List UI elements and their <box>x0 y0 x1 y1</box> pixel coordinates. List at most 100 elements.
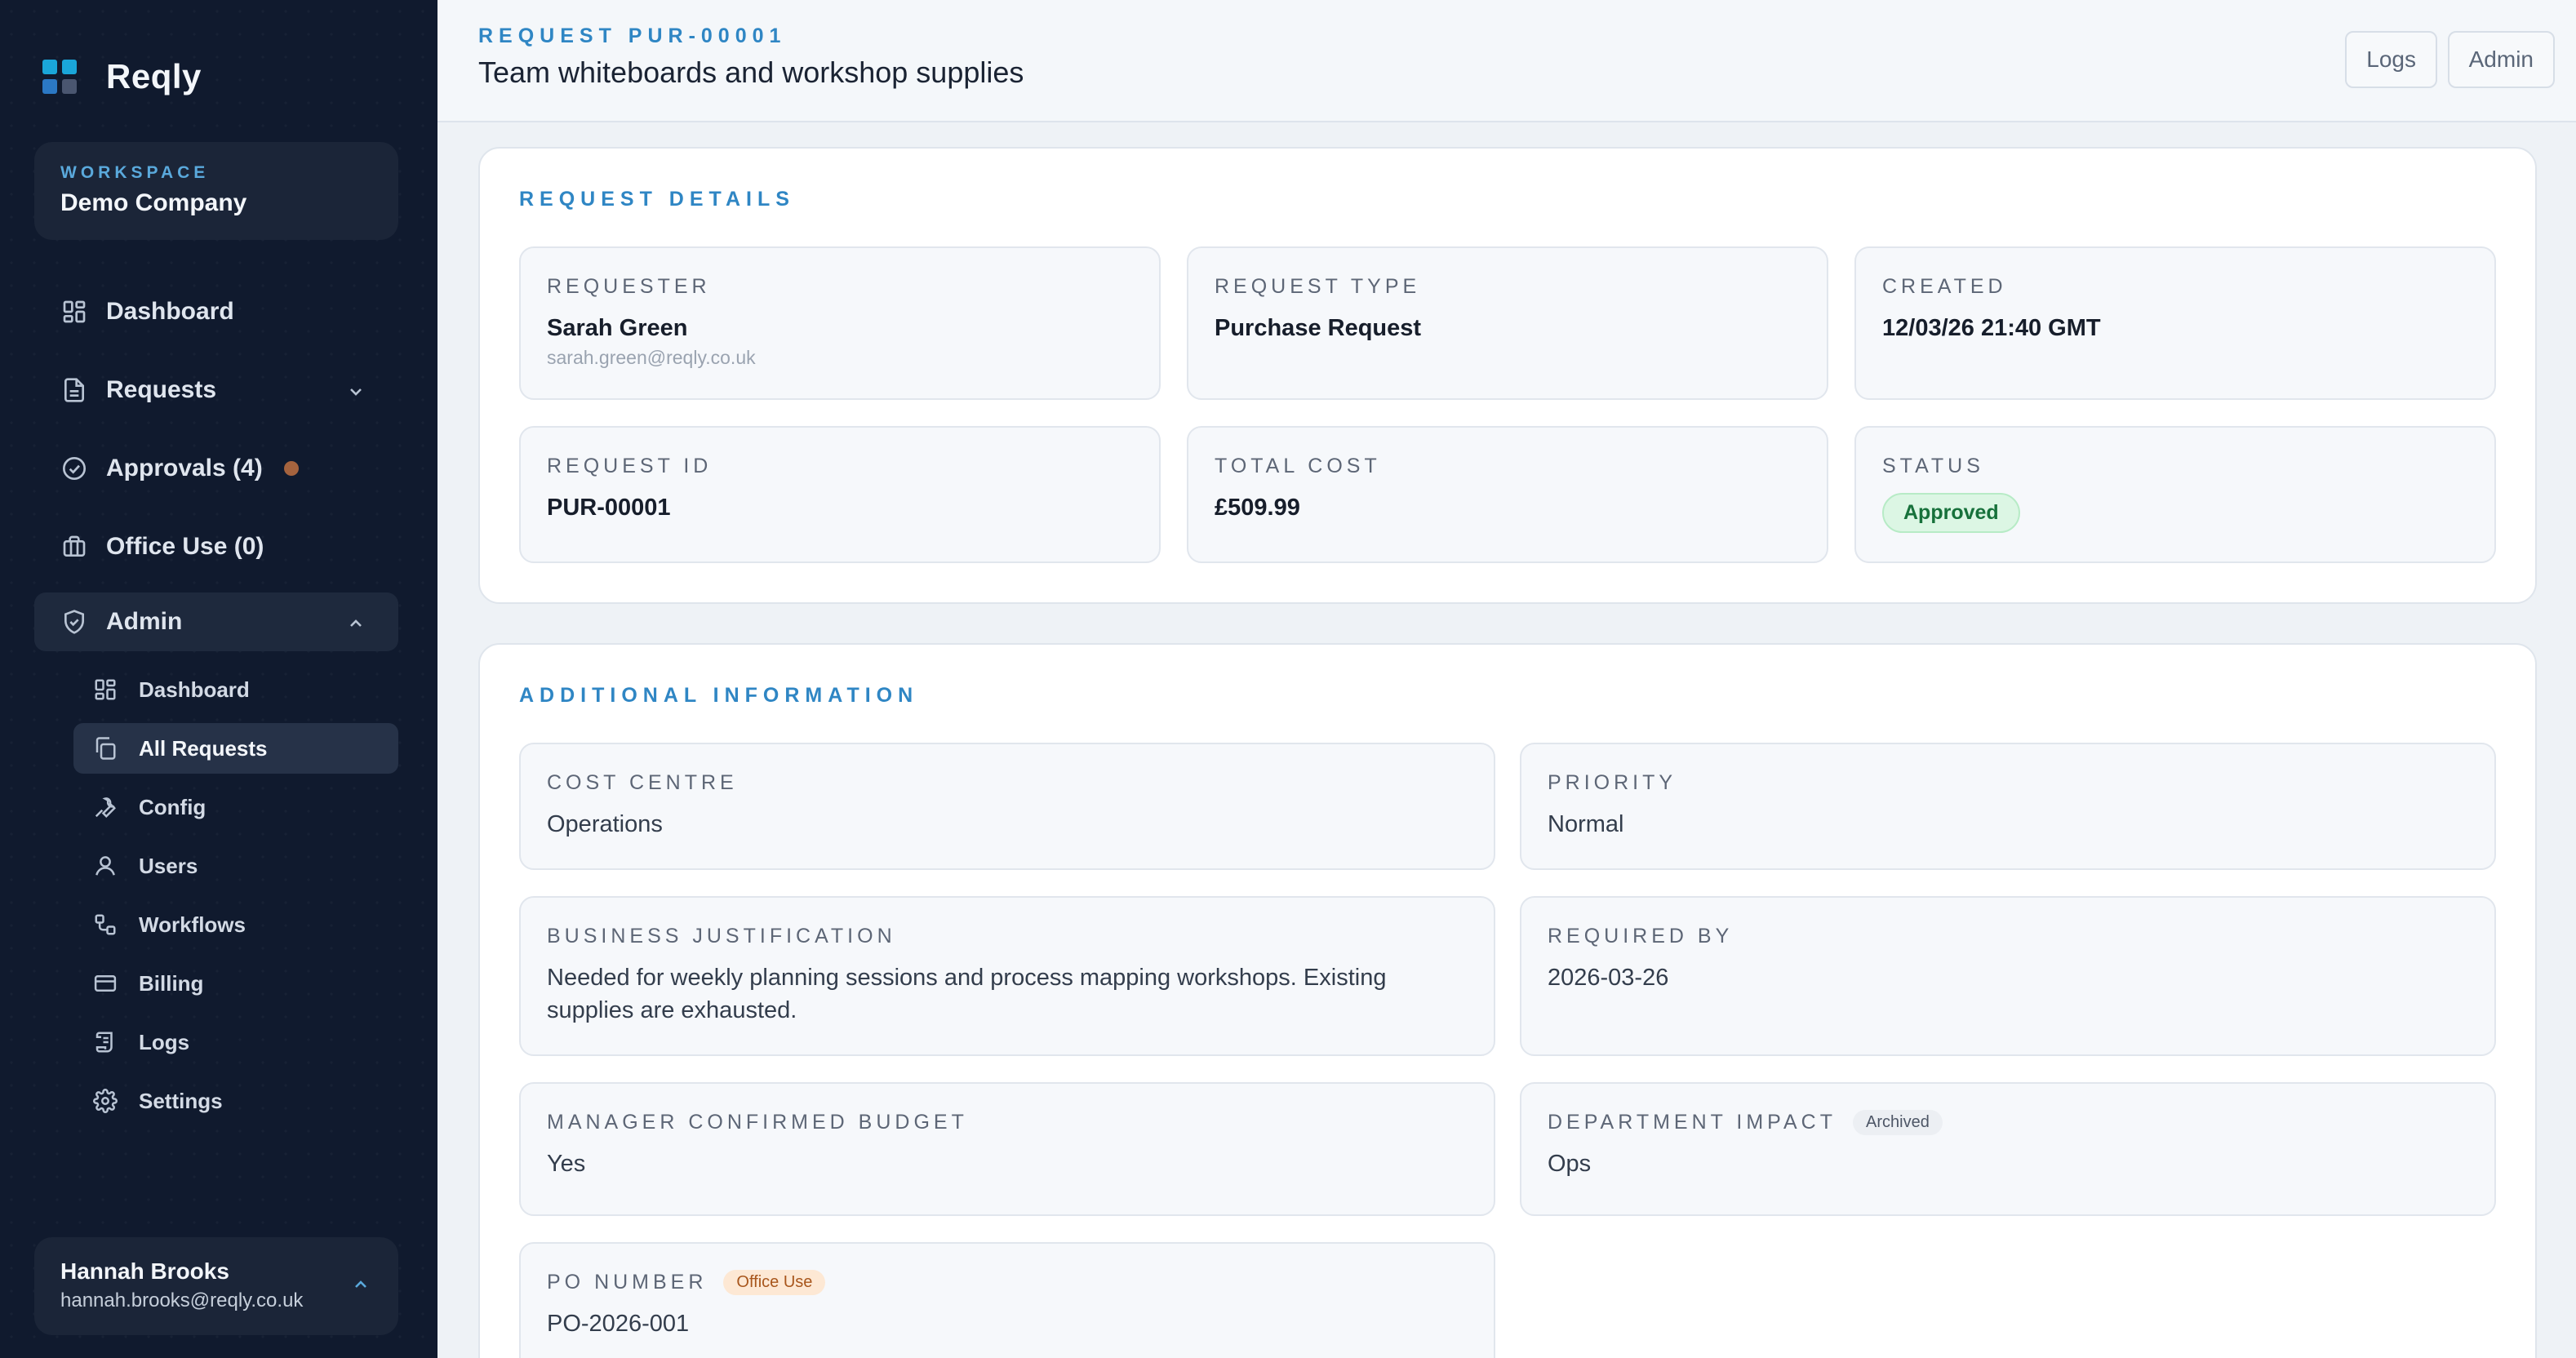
request-details-card: REQUEST DETAILS REQUESTER Sarah Green sa… <box>478 147 2537 604</box>
sidebar: Reqly WORKSPACE Demo Company Dashboard R… <box>0 0 437 1358</box>
additional-information-card: ADDITIONAL INFORMATION COST CENTRE Opera… <box>478 643 2537 1358</box>
required-by-field: REQUIRED BY 2026-03-26 <box>1520 896 2496 1056</box>
request-id-field: REQUEST ID PUR-00001 <box>519 426 1161 563</box>
admin-menu-all-requests[interactable]: All Requests <box>73 723 398 774</box>
total-cost-field: TOTAL COST £509.99 <box>1187 426 1828 563</box>
admin-menu-label: Dashboard <box>139 677 250 702</box>
admin-menu-config[interactable]: Config <box>73 782 398 832</box>
created-field: CREATED 12/03/26 21:40 GMT <box>1854 246 2496 400</box>
field-label: PRIORITY <box>1548 770 1677 794</box>
business-justification-value: Needed for weekly planning sessions and … <box>547 965 1387 1023</box>
field-label: BUSINESS JUSTIFICATION <box>547 924 896 947</box>
business-justification-field: BUSINESS JUSTIFICATION Needed for weekly… <box>519 896 1495 1056</box>
admin-menu-workflows[interactable]: Workflows <box>73 899 398 950</box>
check-circle-icon <box>60 455 88 482</box>
nav-approvals-label: Approvals (4) <box>106 455 263 482</box>
manager-confirmed-budget-value: Yes <box>547 1151 586 1177</box>
logs-button[interactable]: Logs <box>2345 31 2437 88</box>
admin-menu-users[interactable]: Users <box>73 841 398 891</box>
priority-field: PRIORITY Normal <box>1520 743 2496 870</box>
scroll-icon <box>93 1030 118 1054</box>
chevron-up-icon[interactable] <box>351 1275 371 1294</box>
workspace-name: Demo Company <box>60 189 247 216</box>
gear-icon <box>93 1089 118 1113</box>
nav-approvals[interactable]: Approvals (4) <box>34 439 398 498</box>
shield-check-icon <box>60 608 88 636</box>
nav-office-use[interactable]: Office Use (0) <box>34 517 398 576</box>
field-label: PO NUMBER Office Use <box>547 1269 1468 1295</box>
admin-menu-billing[interactable]: Billing <box>73 958 398 1009</box>
admin-menu-label: Logs <box>139 1029 190 1054</box>
cost-centre-value: Operations <box>547 811 663 837</box>
user-email: hannah.brooks@reqly.co.uk <box>60 1289 304 1311</box>
field-label: REQUEST TYPE <box>1215 274 1421 298</box>
admin-menu-label: All Requests <box>139 735 268 761</box>
workspace-label: WORKSPACE <box>60 163 210 182</box>
nav-admin[interactable]: Admin <box>34 592 398 651</box>
request-type-field: REQUEST TYPE Purchase Request <box>1187 246 1828 400</box>
credit-card-icon <box>93 971 118 996</box>
page-title: Team whiteboards and workshop supplies <box>478 55 1024 89</box>
archived-tag: Archived <box>1853 1109 1943 1135</box>
workspace-switcher[interactable]: WORKSPACE Demo Company <box>34 142 398 240</box>
admin-menu-label: Workflows <box>139 912 246 937</box>
request-id-value: PUR-00001 <box>547 495 671 521</box>
department-impact-label: DEPARTMENT IMPACT <box>1548 1110 1837 1134</box>
admin-menu-logs[interactable]: Logs <box>73 1017 398 1067</box>
nav-office-use-label: Office Use (0) <box>106 533 264 560</box>
notification-dot <box>283 461 299 476</box>
total-cost-value: £509.99 <box>1215 495 1300 521</box>
department-impact-value: Ops <box>1548 1151 1592 1177</box>
page-header: REQUEST PUR-00001 Team whiteboards and w… <box>437 0 2576 122</box>
field-label: COST CENTRE <box>547 770 738 794</box>
user-name: Hannah Brooks <box>60 1258 229 1284</box>
requester-name: Sarah Green <box>547 315 688 341</box>
requester-field: REQUESTER Sarah Green sarah.green@reqly.… <box>519 246 1161 400</box>
required-by-value: 2026-03-26 <box>1548 965 1669 991</box>
briefcase-icon <box>60 533 88 561</box>
nav-requests-label: Requests <box>106 376 217 403</box>
field-label: REQUIRED BY <box>1548 924 1734 947</box>
chevron-down-icon[interactable] <box>346 380 366 400</box>
priority-value: Normal <box>1548 811 1624 837</box>
po-number-value: PO-2026-001 <box>547 1311 690 1337</box>
status-badge: Approved <box>1882 493 2020 533</box>
section-title: REQUEST DETAILS <box>519 188 795 211</box>
department-impact-field: DEPARTMENT IMPACT Archived Ops <box>1520 1082 2496 1216</box>
logo-icon <box>42 60 77 94</box>
workflow-icon <box>93 912 118 937</box>
section-title: ADDITIONAL INFORMATION <box>519 684 919 707</box>
field-label: STATUS <box>1882 454 1984 477</box>
nav-requests[interactable]: Requests <box>34 361 398 419</box>
admin-menu-label: Users <box>139 853 198 878</box>
field-label: CREATED <box>1882 274 2007 298</box>
admin-menu-label: Settings <box>139 1088 223 1113</box>
admin-menu-label: Billing <box>139 970 204 996</box>
po-number-field: PO NUMBER Office Use PO-2026-001 <box>519 1242 1495 1358</box>
request-type-value: Purchase Request <box>1215 315 1422 341</box>
requester-email: sarah.green@reqly.co.uk <box>547 347 756 368</box>
field-label: TOTAL COST <box>1215 454 1381 477</box>
field-label: DEPARTMENT IMPACT Archived <box>1548 1109 2468 1135</box>
file-text-icon <box>60 376 88 404</box>
chevron-up-icon[interactable] <box>346 612 366 632</box>
nav-dashboard[interactable]: Dashboard <box>34 282 398 341</box>
app-logo[interactable]: Reqly <box>42 57 202 96</box>
admin-button[interactable]: Admin <box>2447 31 2555 88</box>
cost-centre-field: COST CENTRE Operations <box>519 743 1495 870</box>
grid-icon <box>60 298 88 326</box>
wrench-icon <box>93 795 118 819</box>
field-label: REQUESTER <box>547 274 711 298</box>
office-use-tag: Office Use <box>723 1269 826 1295</box>
admin-menu-settings[interactable]: Settings <box>73 1076 398 1126</box>
manager-confirmed-budget-field: MANAGER CONFIRMED BUDGET Yes <box>519 1082 1495 1216</box>
user-menu[interactable]: Hannah Brooks hannah.brooks@reqly.co.uk <box>34 1237 398 1335</box>
po-number-label: PO NUMBER <box>547 1270 708 1294</box>
nav-admin-label: Admin <box>106 608 183 635</box>
created-value: 12/03/26 21:40 GMT <box>1882 315 2101 341</box>
user-icon <box>93 854 118 878</box>
app-name: Reqly <box>106 57 202 95</box>
nav-dashboard-label: Dashboard <box>106 298 234 325</box>
admin-menu-dashboard[interactable]: Dashboard <box>73 664 398 715</box>
admin-menu-label: Config <box>139 794 207 819</box>
